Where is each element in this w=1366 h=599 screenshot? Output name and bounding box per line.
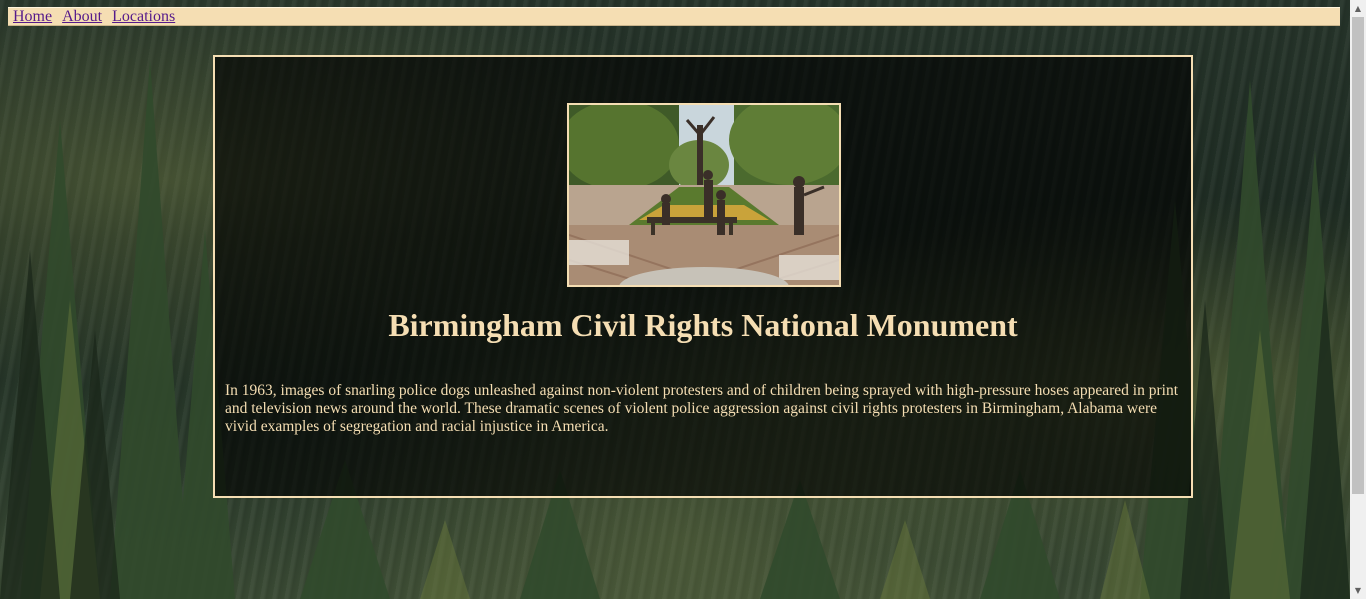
nav-link-about[interactable]: About bbox=[62, 8, 102, 25]
scroll-up-arrow[interactable]: ▲ bbox=[1350, 0, 1366, 17]
scroll-thumb[interactable] bbox=[1352, 17, 1364, 494]
monument-photo-illustration bbox=[569, 105, 839, 285]
nav-link-locations[interactable]: Locations bbox=[112, 8, 175, 25]
monument-photo bbox=[567, 103, 841, 287]
page-title: Birmingham Civil Rights National Monumen… bbox=[388, 307, 1018, 343]
monument-description: In 1963, images of snarling police dogs … bbox=[225, 382, 1179, 435]
content-panel: Birmingham Civil Rights National Monumen… bbox=[213, 55, 1193, 498]
top-nav-bar: Home About Locations bbox=[8, 7, 1340, 26]
vertical-scrollbar[interactable]: ▲ ▼ bbox=[1350, 0, 1366, 599]
chevron-up-icon: ▲ bbox=[1354, 4, 1362, 13]
scroll-down-arrow[interactable]: ▼ bbox=[1350, 582, 1366, 599]
chevron-down-icon: ▼ bbox=[1354, 586, 1362, 595]
nav-link-home[interactable]: Home bbox=[13, 8, 52, 25]
